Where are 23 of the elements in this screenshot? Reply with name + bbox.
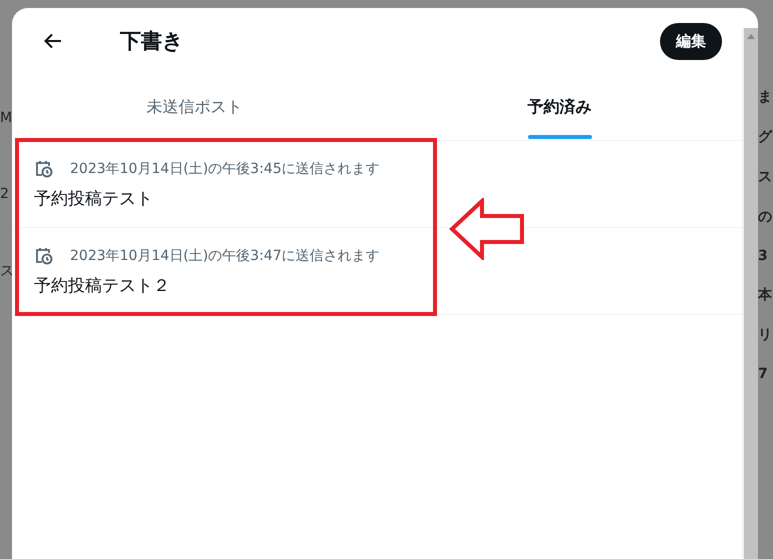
- scroll-up-icon[interactable]: [746, 32, 756, 40]
- background-text: 3: [758, 248, 769, 264]
- background-text: グ: [758, 128, 773, 146]
- background-text: ま: [758, 88, 773, 106]
- post-text: 予約投稿テスト: [34, 188, 154, 210]
- background-text: 2: [0, 186, 10, 202]
- edit-button[interactable]: 編集: [660, 22, 722, 60]
- post-text: 予約投稿テスト２: [34, 274, 171, 296]
- schedule-text: 2023年10月14日(土)の午後3:45に送信されます: [70, 160, 380, 178]
- background-text: 本: [758, 286, 773, 304]
- background-text: リ: [758, 326, 773, 344]
- tab[interactable]: 予約済み: [377, 74, 742, 140]
- calendar-clock-icon: [34, 158, 54, 178]
- calendar-clock-icon: [34, 246, 54, 266]
- background-text: の: [758, 208, 773, 226]
- background-text: M: [0, 110, 12, 126]
- schedule-text: 2023年10月14日(土)の午後3:47に送信されます: [70, 246, 380, 264]
- scrollbar[interactable]: [742, 28, 758, 559]
- background-text: ス: [758, 168, 773, 186]
- dialog-title: 下書き: [120, 28, 185, 55]
- background-text: ス: [0, 262, 12, 280]
- tab[interactable]: 未送信ポスト: [12, 74, 377, 140]
- background-text: 7: [758, 366, 769, 382]
